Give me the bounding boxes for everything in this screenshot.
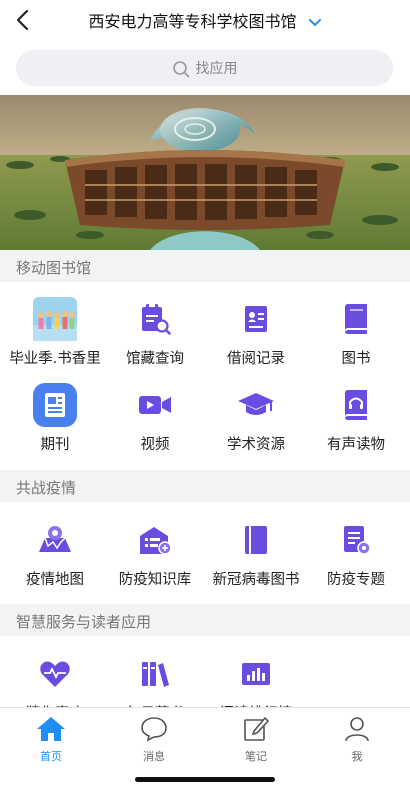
tab-notes[interactable]: 笔记 bbox=[226, 716, 286, 764]
app-label: 借阅记录 bbox=[227, 351, 285, 367]
topic-doc-icon bbox=[334, 518, 378, 562]
app-search-bar[interactable]: 找应用 bbox=[16, 50, 393, 86]
section-header-smart-services: 智慧服务与读者应用 bbox=[0, 604, 410, 636]
app-books[interactable]: 图书 bbox=[305, 297, 407, 368]
app-label: 学术资源 bbox=[227, 437, 285, 453]
bookshelf-icon bbox=[133, 652, 177, 696]
borrow-record-icon bbox=[234, 297, 278, 341]
covid-book-icon bbox=[234, 518, 278, 562]
app-epidemic-topics[interactable]: 防疫专题 bbox=[305, 518, 407, 589]
section-title: 移动图书馆 bbox=[16, 259, 92, 277]
app-label: 图书 bbox=[341, 351, 371, 367]
tab-label: 我 bbox=[351, 750, 363, 763]
chevron-down-icon bbox=[308, 18, 321, 26]
tab-home[interactable]: 首页 bbox=[21, 716, 81, 764]
ranking-chart-icon bbox=[234, 652, 278, 696]
section-header-fight-epidemic: 共战疫情 bbox=[0, 470, 410, 502]
app-label: 期刊 bbox=[40, 437, 70, 453]
app-journals[interactable]: 期刊 bbox=[4, 383, 106, 454]
app-academic-resources[interactable]: 学术资源 bbox=[205, 383, 307, 454]
app-label: 疫情地图 bbox=[26, 572, 84, 588]
tab-messages[interactable]: 消息 bbox=[124, 716, 184, 764]
section-title: 共战疫情 bbox=[16, 479, 77, 497]
bottom-tab-bar: 首页 消息 笔记 我 bbox=[0, 707, 410, 808]
message-icon bbox=[141, 717, 167, 742]
home-icon bbox=[37, 717, 65, 741]
app-label: 有声读物 bbox=[327, 437, 385, 453]
app-label: 新冠病毒图书 bbox=[212, 572, 300, 588]
app-audiobooks[interactable]: 有声读物 bbox=[305, 383, 407, 454]
search-icon bbox=[172, 61, 189, 78]
app-borrow-records[interactable]: 借阅记录 bbox=[205, 297, 307, 368]
tab-label: 笔记 bbox=[245, 750, 267, 763]
library-landscape-illustration bbox=[0, 95, 410, 250]
app-graduation-season[interactable]: 毕业季.书香里 bbox=[4, 297, 106, 368]
banner-image[interactable] bbox=[0, 95, 410, 250]
page-title: 西安电力高等专科学校图书馆 bbox=[88, 12, 297, 31]
tab-label: 首页 bbox=[40, 750, 62, 763]
app-label: 毕业季.书香里 bbox=[9, 351, 101, 367]
note-icon bbox=[244, 716, 270, 741]
knowledge-base-icon bbox=[133, 518, 177, 562]
app-covid-books[interactable]: 新冠病毒图书 bbox=[205, 518, 307, 589]
tab-label: 消息 bbox=[143, 750, 165, 763]
audiobook-icon bbox=[334, 383, 378, 427]
section-title: 智慧服务与读者应用 bbox=[16, 613, 152, 631]
tab-me[interactable]: 我 bbox=[327, 716, 387, 764]
app-label: 视频 bbox=[140, 437, 170, 453]
person-icon bbox=[345, 717, 369, 742]
catalog-search-icon bbox=[133, 297, 177, 341]
app-videos[interactable]: 视频 bbox=[104, 383, 206, 454]
book-icon bbox=[334, 297, 378, 341]
search-placeholder: 找应用 bbox=[195, 61, 238, 77]
mortarboard-icon bbox=[234, 383, 278, 427]
app-epidemic-knowledge-base[interactable]: 防疫知识库 bbox=[104, 518, 206, 589]
app-label: 馆藏查询 bbox=[126, 351, 184, 367]
top-bar: 西安电力高等专科学校图书馆 bbox=[0, 0, 410, 42]
section-header-mobile-library: 移动图书馆 bbox=[0, 250, 410, 282]
app-catalog-search[interactable]: 馆藏查询 bbox=[104, 297, 206, 368]
app-epidemic-map[interactable]: 疫情地图 bbox=[4, 518, 106, 589]
video-icon bbox=[133, 383, 177, 427]
app-label: 防疫知识库 bbox=[118, 572, 192, 588]
home-indicator bbox=[135, 777, 275, 782]
epidemic-map-icon bbox=[33, 518, 77, 562]
graduation-photo-icon bbox=[33, 297, 77, 341]
title-switcher[interactable]: 西安电力高等专科学校图书馆 bbox=[0, 8, 410, 32]
journal-icon bbox=[33, 383, 77, 427]
heart-pulse-icon bbox=[33, 652, 77, 696]
app-label: 防疫专题 bbox=[327, 572, 385, 588]
